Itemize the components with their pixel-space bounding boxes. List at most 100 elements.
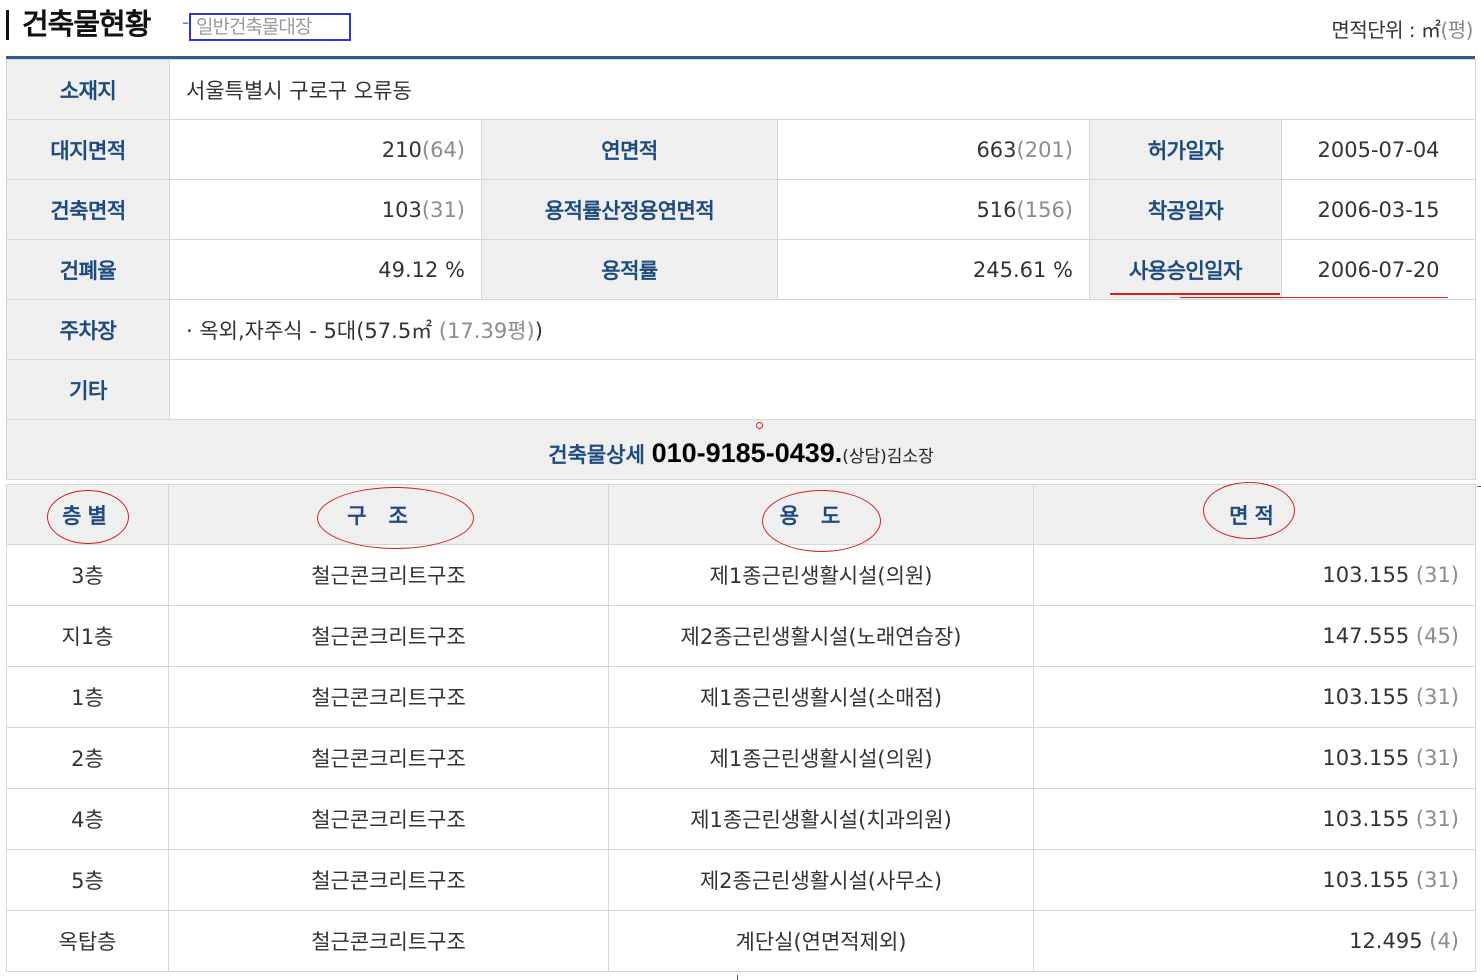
far-floor-area-sqm: 516	[976, 197, 1017, 222]
structure-cell: 철근콘크리트구조	[168, 605, 609, 667]
use-cell: 제1종근린생활시설(의원)	[608, 544, 1034, 606]
permit-date-value: 2005-07-04	[1280, 119, 1477, 180]
parking-pyeong: (17.39평)	[438, 318, 535, 343]
area-sqm: 103.155	[1322, 807, 1410, 831]
table-row: 옥탑층 철근콘크리트구조 계단실(연면적제외) 12.495 (4)	[6, 910, 1476, 972]
structure-cell: 철근콘크리트구조	[168, 788, 609, 850]
area-cell: 103.155 (31)	[1033, 544, 1476, 606]
use-cell: 계단실(연면적제외)	[608, 910, 1034, 972]
far-floor-area-value: 516(156)	[777, 179, 1090, 240]
table-row: 2층 철근콘크리트구조 제1종근린생활시설(의원) 103.155 (31)	[6, 727, 1476, 789]
floor-cell: 5층	[6, 849, 169, 911]
area-pyeong: (31)	[1415, 685, 1459, 709]
floor-area-ratio-label: 용적률	[481, 239, 778, 300]
structure-cell: 철근콘크리트구조	[168, 910, 609, 972]
permit-date-label: 허가일자	[1089, 119, 1282, 180]
area-pyeong: (31)	[1415, 868, 1459, 892]
area-unit-note: 면적단위 : ㎡(평)	[1331, 14, 1473, 43]
total-floor-area-pyeong: (201)	[1016, 137, 1073, 162]
start-date-value: 2006-03-15	[1280, 179, 1477, 240]
area-pyeong: (31)	[1415, 746, 1459, 770]
total-floor-area-label: 연면적	[481, 119, 778, 180]
info-row-ratio: 건폐율 49.12 % 용적률 245.61 % 사용승인일자 2006-07-…	[6, 239, 1477, 300]
location-label: 소재지	[6, 59, 170, 120]
area-sqm: 147.555	[1322, 624, 1410, 648]
area-sqm: 103.155	[1322, 746, 1410, 770]
floor-cell: 2층	[6, 727, 169, 789]
area-sqm: 12.495	[1349, 929, 1423, 953]
total-floor-area-value: 663(201)	[777, 119, 1090, 180]
building-area-label: 건축면적	[6, 179, 170, 240]
area-cell: 147.555 (45)	[1033, 605, 1476, 667]
detail-cell: 건축물상세 010-9185-0439.(상담)김소장	[5, 419, 1477, 480]
approval-date-value: 2006-07-20	[1280, 239, 1477, 300]
other-value	[168, 359, 1477, 420]
annotation-underline-value	[1180, 297, 1448, 298]
area-pyeong: (45)	[1415, 624, 1459, 648]
parking-close: )	[534, 318, 543, 343]
use-cell: 제1종근린생활시설(의원)	[608, 727, 1034, 789]
table-row: 5층 철근콘크리트구조 제2종근린생활시설(사무소) 103.155 (31)	[6, 849, 1476, 911]
building-area-value: 103(31)	[169, 179, 482, 240]
table-row: 1층 철근콘크리트구조 제1종근린생활시설(소매점) 103.155 (31)	[6, 666, 1476, 728]
info-row-area: 대지면적 210(64) 연면적 663(201) 허가일자 2005-07-0…	[6, 119, 1477, 180]
info-row-other: 기타	[6, 359, 1477, 420]
land-area-pyeong: (64)	[421, 137, 465, 162]
table-row: 4층 철근콘크리트구조 제1종근린생활시설(치과의원) 103.155 (31)	[6, 788, 1476, 850]
area-cell: 103.155 (31)	[1033, 666, 1476, 728]
far-floor-area-label: 용적률산정용연면적	[481, 179, 778, 240]
info-row-location: 소재지 서울특별시 구로구 오류동	[6, 59, 1477, 120]
coverage-ratio-value: 49.12 %	[169, 239, 482, 300]
building-area-sqm: 103	[381, 197, 422, 222]
floor-table: 층별 구조 용도 면적 3층 철근콘크리트구조 제1종근린생활시설(의원) 10…	[6, 484, 1476, 972]
page-header: 건축물현황 - 일반건축물대장 면적단위 : ㎡(평)	[0, 0, 1481, 58]
start-date-label: 착공일자	[1089, 179, 1282, 240]
area-cell: 12.495 (4)	[1033, 910, 1476, 972]
bottom-marker	[737, 975, 743, 980]
use-cell: 제1종근린생활시설(소매점)	[608, 666, 1034, 728]
structure-cell: 철근콘크리트구조	[168, 666, 609, 728]
page-title: 건축물현황	[22, 7, 151, 41]
other-label: 기타	[6, 359, 170, 420]
info-row-building: 건축면적 103(31) 용적률산정용연면적 516(156) 착공일자 200…	[6, 179, 1477, 240]
floor-cell: 1층	[6, 666, 169, 728]
contact-note: (상담)김소장	[842, 447, 934, 467]
area-pyeong: (31)	[1415, 563, 1459, 587]
use-cell: 제2종근린생활시설(사무소)	[608, 849, 1034, 911]
table-row: 3층 철근콘크리트구조 제1종근린생활시설(의원) 103.155 (31)	[6, 544, 1476, 606]
floor-cell: 지1층	[6, 605, 169, 667]
building-info-table: 소재지 서울특별시 구로구 오류동 대지면적 210(64) 연면적 663(2…	[5, 59, 1477, 480]
area-cell: 103.155 (31)	[1033, 849, 1476, 911]
area-sqm: 103.155	[1322, 868, 1410, 892]
edge-marker	[1477, 486, 1481, 487]
area-pyeong: (31)	[1415, 807, 1459, 831]
area-sqm: 103.155	[1322, 685, 1410, 709]
area-unit-secondary: (평)	[1440, 18, 1473, 42]
annotation-underline-label	[1110, 293, 1280, 295]
area-cell: 103.155 (31)	[1033, 788, 1476, 850]
title-marker	[6, 10, 9, 40]
parking-value: · 옥외,자주식 - 5대(57.5㎡ (17.39평))	[168, 299, 1477, 360]
structure-cell: 철근콘크리트구조	[168, 544, 609, 606]
annotation-circle-floor	[47, 490, 129, 544]
coverage-ratio-label: 건폐율	[6, 239, 170, 300]
floor-area-ratio-value: 245.61 %	[777, 239, 1090, 300]
far-floor-area-pyeong: (156)	[1016, 197, 1073, 222]
floor-cell: 4층	[6, 788, 169, 850]
annotation-circle-area	[1203, 482, 1295, 539]
area-sqm: 103.155	[1322, 563, 1410, 587]
detail-row: 건축물상세 010-9185-0439.(상담)김소장	[5, 419, 1477, 480]
area-pyeong: (4)	[1429, 929, 1459, 953]
parking-label: 주차장	[6, 299, 170, 360]
floor-cell: 3층	[6, 544, 169, 606]
info-row-parking: 주차장 · 옥외,자주식 - 5대(57.5㎡ (17.39평))	[6, 299, 1477, 360]
area-cell: 103.155 (31)	[1033, 727, 1476, 789]
register-type-label: 일반건축물대장	[189, 13, 351, 41]
total-floor-area-sqm: 663	[976, 137, 1017, 162]
land-area-sqm: 210	[381, 137, 422, 162]
structure-cell: 철근콘크리트구조	[168, 727, 609, 789]
detail-label: 건축물상세	[548, 443, 645, 467]
area-unit-label: 면적단위 : ㎡	[1331, 18, 1441, 42]
building-area-pyeong: (31)	[421, 197, 465, 222]
land-area-label: 대지면적	[6, 119, 170, 180]
